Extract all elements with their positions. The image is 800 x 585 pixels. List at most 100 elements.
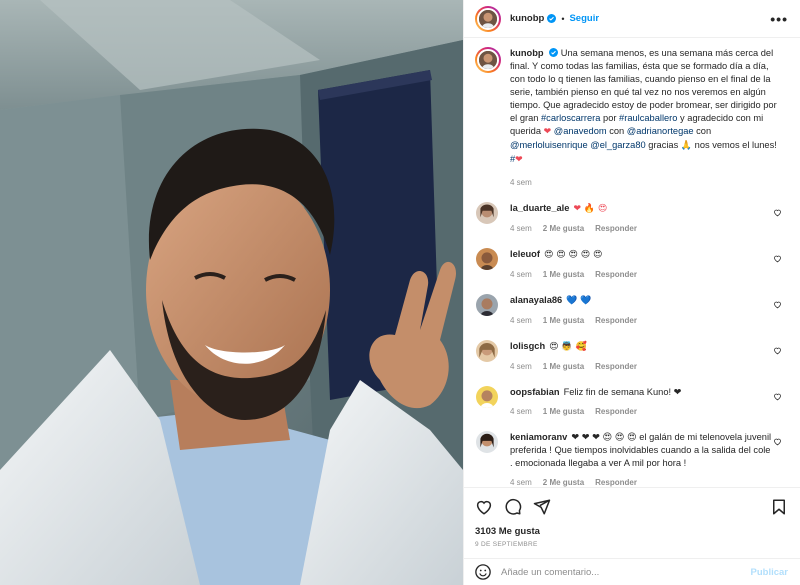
comment-item: lolisgch 😍 👼 🥰 4 sem 1 Me gusta Responder xyxy=(475,340,788,373)
verified-icon xyxy=(547,14,557,23)
comment-likes[interactable]: 1 Me gusta xyxy=(543,362,584,371)
comment-text: Feliz fin de semana Kuno! ❤ xyxy=(563,387,682,397)
reply-button[interactable]: Responder xyxy=(595,224,637,233)
action-icons xyxy=(464,488,800,526)
comment-username[interactable]: oopsfabian xyxy=(510,387,560,397)
mention-link[interactable]: @el_garza80 xyxy=(590,140,645,150)
comment-meta: 4 sem 1 Me gusta Responder xyxy=(510,360,772,373)
comment-body: keniamoranv ❤ ❤ ❤ 😍 😍 😍 el galán de mi te… xyxy=(510,431,772,487)
comment-likes[interactable]: 1 Me gusta xyxy=(543,407,584,416)
comment-like-heart-icon[interactable] xyxy=(773,346,782,355)
commenter-avatar-image xyxy=(476,294,498,316)
more-icon[interactable]: ••• xyxy=(770,11,788,27)
comment-like-heart-icon[interactable] xyxy=(773,254,782,263)
author-avatar[interactable] xyxy=(475,5,501,32)
caption-text: nos vemos el lunes! xyxy=(692,140,777,150)
hashtag-link[interactable]: #raulcaballero xyxy=(619,113,677,123)
caption-text: gracias xyxy=(645,140,681,150)
commenter-avatar[interactable] xyxy=(476,202,498,224)
reply-button[interactable]: Responder xyxy=(595,362,637,371)
reply-button[interactable]: Responder xyxy=(595,407,637,416)
likes-count[interactable]: 3103 Me gusta xyxy=(464,526,800,537)
heart-emoji: ❤ xyxy=(515,155,523,165)
caption-avatar[interactable] xyxy=(475,47,501,73)
author-avatar-image xyxy=(479,9,497,28)
mention-link[interactable]: @merloluisenrique xyxy=(510,140,588,150)
caption-text: Una semana menos, es una semana más cerc… xyxy=(510,48,777,123)
comment-username[interactable]: alanayala86 xyxy=(510,295,562,305)
post-photo[interactable] xyxy=(0,0,463,585)
post-side-panel: kunobp • Seguir ••• kunobp Una semana me… xyxy=(463,0,800,585)
comment-like-heart-icon[interactable] xyxy=(773,208,782,217)
verified-icon xyxy=(549,48,559,57)
hashtag-link[interactable]: #carloscarrera xyxy=(541,113,600,123)
comment-body: lolisgch 😍 👼 🥰 4 sem 1 Me gusta Responder xyxy=(510,340,772,373)
caption-text: con xyxy=(606,126,627,136)
comment-time[interactable]: 4 sem xyxy=(510,270,532,279)
post-caption: kunobp Una semana menos, es una semana m… xyxy=(475,47,788,189)
comment-time[interactable]: 4 sem xyxy=(510,316,532,325)
caption-text: con xyxy=(693,126,712,136)
mention-link[interactable]: @anavedom xyxy=(554,126,607,136)
commenter-avatar[interactable] xyxy=(476,294,498,316)
commenter-avatar-image xyxy=(476,340,498,362)
comment-item: oopsfabian Feliz fin de semana Kuno! ❤ 4 … xyxy=(475,386,788,418)
comment-likes[interactable]: 2 Me gusta xyxy=(543,224,584,233)
save-icon[interactable] xyxy=(770,498,788,516)
comment-icon[interactable] xyxy=(504,498,522,516)
comment-username[interactable]: lolisgch xyxy=(510,341,545,351)
comment-time[interactable]: 4 sem xyxy=(510,224,532,233)
commenter-avatar-image xyxy=(476,431,498,453)
caption-text: por xyxy=(600,113,620,123)
smile-icon[interactable] xyxy=(474,563,492,581)
reply-button[interactable]: Responder xyxy=(595,316,637,325)
comment-username[interactable]: la_duarte_ale xyxy=(510,203,569,213)
comment-likes[interactable]: 2 Me gusta xyxy=(543,478,584,487)
post-viewer: kunobp • Seguir ••• kunobp Una semana me… xyxy=(0,0,800,585)
commenter-avatar-image xyxy=(476,386,498,408)
post-date[interactable]: 9 DE SEPTIEMBRE xyxy=(464,541,800,548)
separator-dot: • xyxy=(561,13,565,24)
comment-like-heart-icon[interactable] xyxy=(773,437,782,446)
caption-time[interactable]: 4 sem xyxy=(510,176,782,189)
add-comment-input[interactable] xyxy=(501,566,751,578)
commenter-avatar[interactable] xyxy=(476,431,498,453)
comment-body: oopsfabian Feliz fin de semana Kuno! ❤ 4 … xyxy=(510,386,772,418)
commenter-avatar[interactable] xyxy=(476,386,498,408)
reply-button[interactable]: Responder xyxy=(595,270,637,279)
comment-like-heart-icon[interactable] xyxy=(773,392,782,401)
comment-username[interactable]: keniamoranv xyxy=(510,432,567,442)
caption-avatar-image xyxy=(479,51,497,69)
add-comment-bar: Publicar xyxy=(464,558,800,585)
reply-button[interactable]: Responder xyxy=(595,478,637,487)
mention-link[interactable]: @adrianortegae xyxy=(627,126,694,136)
comment-item: la_duarte_ale ❤ 🔥 😍 4 sem 2 Me gusta Respon… xyxy=(475,202,788,235)
comment-text: 💙 💙 xyxy=(566,296,592,306)
comment-time[interactable]: 4 sem xyxy=(510,362,532,371)
comment-item: alanayala86 💙 💙 4 sem 1 Me gusta Responder xyxy=(475,294,788,327)
heart-icon[interactable] xyxy=(475,498,493,516)
comment-item: leleuof 😍 😍 😍 😍 😍 4 sem 1 Me gusta Responde… xyxy=(475,248,788,281)
comment-likes[interactable]: 1 Me gusta xyxy=(543,270,584,279)
comment-text: 😍 👼 🥰 xyxy=(549,342,587,352)
comment-meta: 4 sem 1 Me gusta Responder xyxy=(510,314,772,327)
comment-time[interactable]: 4 sem xyxy=(510,407,532,416)
comment-time[interactable]: 4 sem xyxy=(510,478,532,487)
commenter-avatar[interactable] xyxy=(476,248,498,270)
comment-body: leleuof 😍 😍 😍 😍 😍 4 sem 1 Me gusta Responde… xyxy=(510,248,772,281)
caption-username[interactable]: kunobp xyxy=(510,48,544,58)
commenter-avatar[interactable] xyxy=(476,340,498,362)
comments-scroll-area[interactable]: kunobp Una semana menos, es una semana m… xyxy=(464,39,800,487)
comment-text: ❤ 🔥 😍 xyxy=(573,204,608,214)
follow-button[interactable]: Seguir xyxy=(569,13,599,24)
author-username[interactable]: kunobp xyxy=(510,13,544,24)
comment-likes[interactable]: 1 Me gusta xyxy=(543,316,584,325)
post-header: kunobp • Seguir ••• xyxy=(464,0,800,38)
selfie-illustration xyxy=(0,0,463,585)
commenter-avatar-image xyxy=(476,248,498,270)
publish-button[interactable]: Publicar xyxy=(751,567,789,578)
comment-like-heart-icon[interactable] xyxy=(773,300,782,309)
comment-meta: 4 sem 1 Me gusta Responder xyxy=(510,268,772,281)
comment-username[interactable]: leleuof xyxy=(510,249,540,259)
share-icon[interactable] xyxy=(533,498,551,516)
